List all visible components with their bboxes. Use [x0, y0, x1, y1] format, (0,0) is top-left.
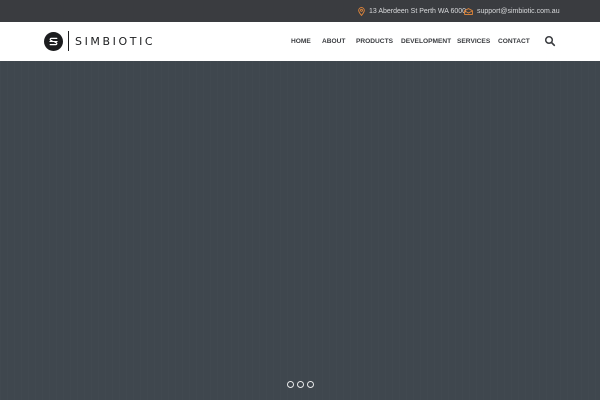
email-info[interactable]: support@simbiotic.com.au — [464, 0, 560, 22]
hero-background — [0, 61, 600, 400]
address-info: 13 Aberdeen St Perth WA 6000 — [358, 0, 466, 22]
site-header: SIMBIOTIC HOME ABOUT PRODUCTS DEVELOPMEN… — [0, 22, 600, 61]
slider-dot-1[interactable] — [287, 381, 294, 388]
email-link[interactable]: support@simbiotic.com.au — [477, 8, 560, 15]
top-bar: 13 Aberdeen St Perth WA 6000 support@sim… — [0, 0, 600, 22]
location-pin-icon — [358, 6, 365, 16]
search-button[interactable] — [544, 34, 556, 47]
nav-item-services[interactable]: SERVICES — [457, 22, 490, 61]
nav-item-development[interactable]: DEVELOPMENT — [401, 22, 451, 61]
slider-dot-3[interactable] — [307, 381, 314, 388]
hero-slider — [0, 61, 600, 400]
nav-item-about[interactable]: ABOUT — [322, 22, 345, 61]
address-text: 13 Aberdeen St Perth WA 6000 — [369, 7, 467, 15]
slider-pagination — [287, 381, 314, 388]
nav-item-products[interactable]: PRODUCTS — [356, 22, 393, 61]
search-icon — [544, 34, 556, 51]
nav-item-home[interactable]: HOME — [291, 22, 311, 61]
nav-item-contact[interactable]: CONTACT — [498, 22, 530, 61]
envelope-icon — [464, 7, 473, 15]
slider-dot-2[interactable] — [297, 381, 304, 388]
main-nav: HOME ABOUT PRODUCTS DEVELOPMENT SERVICES… — [0, 22, 600, 61]
